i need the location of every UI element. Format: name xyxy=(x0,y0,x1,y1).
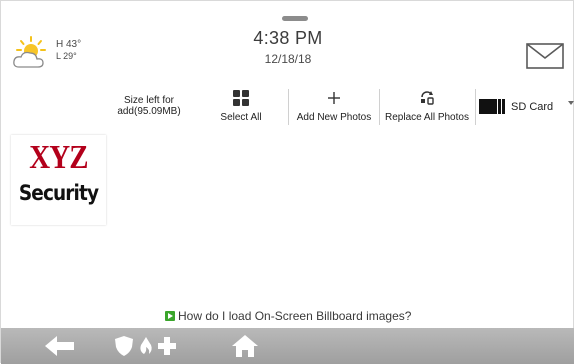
screen: H 43° L 29° 4:38 PM 12/18/18 Size left f… xyxy=(0,0,574,364)
size-left-label: Size left for xyxy=(123,95,175,106)
toolbar-divider xyxy=(288,89,289,125)
home-button[interactable] xyxy=(231,333,259,359)
grid-icon xyxy=(233,90,249,106)
replace-all-photos-button[interactable]: Replace All Photos xyxy=(380,87,474,127)
storage-label: SD Card xyxy=(511,100,554,113)
emergency-button[interactable] xyxy=(115,333,176,359)
replace-all-photos-label: Replace All Photos xyxy=(385,112,469,123)
shield-icon xyxy=(115,336,133,356)
clock-time: 4:38 PM xyxy=(253,28,323,48)
dropdown-caret-icon[interactable] xyxy=(568,101,574,105)
envelope-icon xyxy=(526,43,564,69)
add-new-photos-button[interactable]: Add New Photos xyxy=(292,87,376,127)
logo-text-bottom: Security xyxy=(18,181,99,205)
plus-icon xyxy=(328,92,340,104)
select-all-button[interactable]: Select All xyxy=(215,87,267,127)
home-icon xyxy=(232,335,258,357)
add-new-photos-label: Add New Photos xyxy=(296,112,372,123)
pull-down-handle[interactable] xyxy=(282,16,308,21)
help-link-text: How do I load On-Screen Billboard images… xyxy=(178,309,412,323)
size-left-value: add(95.09MB) xyxy=(117,106,181,117)
messages-button[interactable] xyxy=(526,43,564,69)
photo-toolbar: Size left for add(95.09MB) Select All Ad… xyxy=(1,87,574,127)
clock: 4:38 PM 12/18/18 xyxy=(1,28,574,66)
clock-date: 12/18/18 xyxy=(264,52,312,66)
select-all-label: Select All xyxy=(220,112,262,123)
sd-card-icon xyxy=(479,99,505,114)
toolbar-divider xyxy=(475,89,476,125)
medical-cross-icon xyxy=(158,337,176,355)
back-arrow-icon xyxy=(45,336,74,356)
logo-text-top: XYZ xyxy=(29,139,88,176)
bottom-navbar xyxy=(1,328,574,364)
back-button[interactable] xyxy=(45,333,75,359)
replace-icon xyxy=(421,91,434,105)
play-video-icon xyxy=(165,311,175,321)
help-link[interactable]: How do I load On-Screen Billboard images… xyxy=(165,309,411,323)
fire-icon xyxy=(140,337,152,354)
size-left-info: Size left for add(95.09MB) xyxy=(109,95,189,117)
photo-thumbnail[interactable]: XYZ Security xyxy=(11,135,106,225)
storage-select[interactable]: SD Card xyxy=(479,99,553,114)
